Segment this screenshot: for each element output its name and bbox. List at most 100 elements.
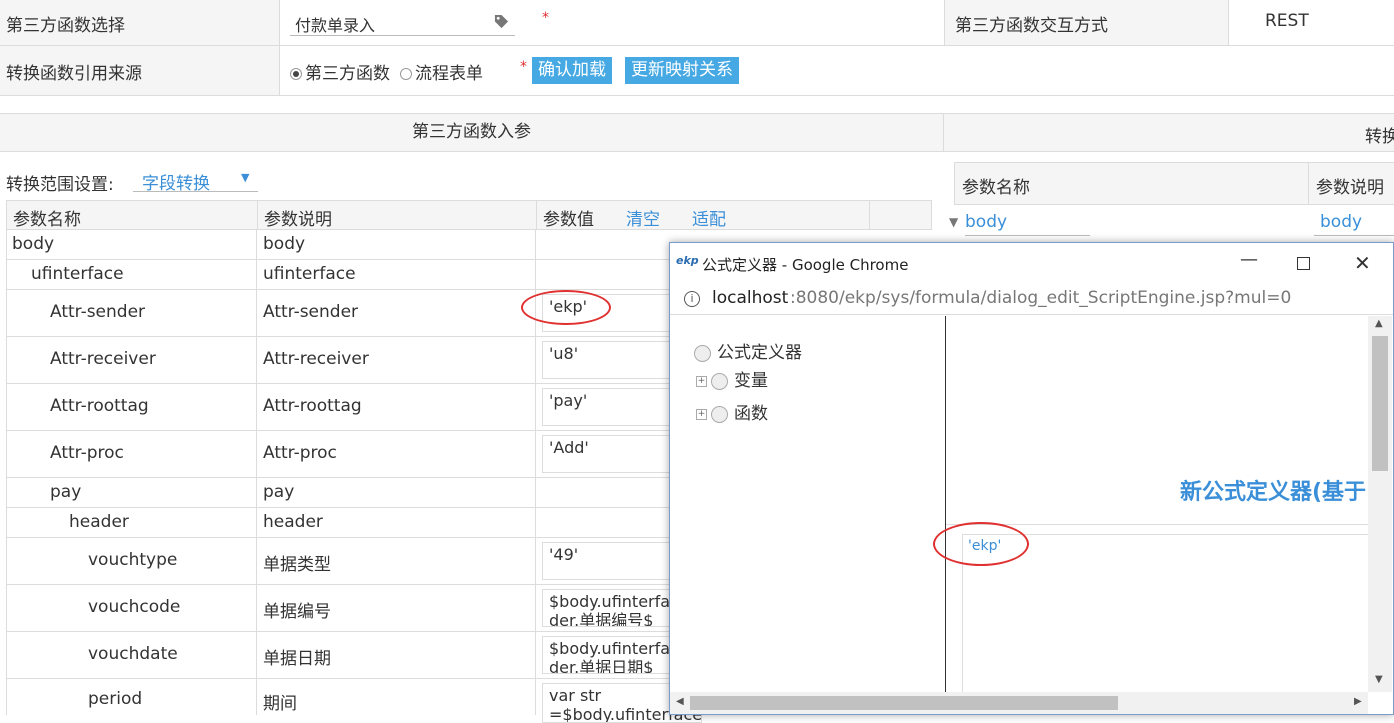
tree-root-label: 公式定义器 [717, 343, 802, 363]
col-name: 参数名称 [962, 178, 1030, 198]
param-name: period [88, 689, 143, 709]
formula-tree: 公式定义器 + 变量 + 函数 [670, 316, 945, 692]
radio-flow-form[interactable]: 流程表单 [400, 59, 483, 84]
col-name: 参数名称 [13, 210, 81, 230]
confirm-load-button[interactable]: 确认加载 [532, 57, 612, 84]
func-select-label: 第三方函数选择 [6, 16, 125, 36]
expand-icon[interactable]: + [696, 375, 707, 387]
func-select-label-cell: 第三方函数选择 [0, 0, 280, 46]
table-border-left [6, 230, 7, 715]
params-table-header: 参数名称 参数说明 参数值 清空 适配 [6, 200, 932, 230]
vertical-scrollbar[interactable]: ▲ ▼ [1368, 316, 1392, 692]
scope-label: 转换范围设置: [6, 175, 114, 195]
editor-heading: 新公式定义器(基于 [1180, 480, 1367, 505]
output-table-header: 参数名称 参数说明 [954, 162, 1394, 205]
radio-third-party-label: 第三方函数 [305, 64, 390, 84]
output-param-name-input[interactable]: body [965, 208, 1090, 236]
tree-node-variables[interactable]: + 变量 [696, 366, 768, 391]
maximize-button[interactable] [1297, 257, 1310, 270]
info-icon[interactable]: i [684, 291, 700, 307]
scope-value: 字段转换 [142, 174, 210, 194]
param-desc: Attr-sender [263, 302, 359, 322]
tree-root[interactable]: 公式定义器 [694, 338, 802, 363]
source-label-cell: 转换函数引用来源 [0, 46, 280, 96]
param-name: body [12, 234, 55, 254]
param-desc: 单据编号 [263, 602, 331, 622]
close-button[interactable]: ✕ [1354, 251, 1371, 275]
param-desc: ufinterface [263, 264, 356, 284]
param-name: vouchcode [88, 597, 181, 617]
param-name: vouchdate [88, 644, 178, 664]
required-mark: * [520, 59, 527, 75]
tree-var-label: 变量 [734, 371, 768, 391]
func-select-input[interactable]: 付款单录入 [290, 10, 515, 36]
col-desc: 参数说明 [264, 210, 332, 230]
radio-unchecked-icon [400, 68, 412, 80]
highlight-ellipse [521, 290, 611, 325]
param-name: Attr-proc [50, 443, 124, 463]
address-bar[interactable]: i localhost :8080/ekp/sys/formula/dialog… [670, 285, 1393, 315]
param-desc: 期间 [263, 694, 297, 714]
tree-node-functions[interactable]: + 函数 [696, 399, 768, 424]
window-title: 公式定义器 - Google Chrome [702, 256, 909, 274]
param-name: ufinterface [31, 264, 124, 284]
scroll-left-icon[interactable]: ◀ [676, 696, 684, 707]
param-name: Attr-receiver [50, 349, 156, 369]
param-name: Attr-roottag [50, 396, 149, 416]
radio-third-party[interactable]: 第三方函数 [290, 59, 390, 84]
source-label: 转换函数引用来源 [6, 64, 142, 84]
col-divider [256, 230, 257, 715]
col-divider [869, 201, 870, 229]
radio-checked-icon [290, 68, 302, 80]
title-bar: ekp 公式定义器 - Google Chrome — ✕ [670, 243, 1393, 285]
horizontal-scrollbar[interactable]: ◀ ▶ [670, 692, 1368, 714]
dropdown-arrow-icon: ▼ [241, 171, 250, 184]
col-divider [536, 201, 537, 229]
scroll-thumb[interactable] [690, 696, 1118, 710]
folder-icon [694, 344, 711, 362]
scroll-up-icon[interactable]: ▲ [1375, 318, 1383, 329]
folder-icon [711, 405, 728, 423]
interaction-label: 第三方函数交互方式 [955, 16, 1108, 36]
interaction-label-cell: 第三方函数交互方式 [945, 0, 1229, 46]
ekp-logo: ekp [676, 254, 699, 267]
formula-editor-input[interactable]: 'ekp' [962, 534, 1368, 692]
radio-flow-form-label: 流程表单 [415, 64, 483, 84]
caret-down-icon[interactable]: ▼ [949, 215, 958, 229]
col-divider [1308, 163, 1309, 204]
clear-link[interactable]: 清空 [626, 205, 660, 230]
update-mapping-button[interactable]: 更新映射关系 [625, 57, 739, 84]
func-select-cell: 付款单录入 * [280, 0, 945, 46]
editor-separator [946, 524, 1368, 525]
param-name: pay [50, 482, 82, 502]
output-param-desc-input[interactable]: body [1314, 208, 1394, 236]
url-host: localhost [712, 288, 789, 308]
param-desc: Attr-receiver [263, 349, 369, 369]
col-divider [257, 201, 258, 229]
expand-icon[interactable]: + [696, 408, 707, 420]
param-desc: Attr-proc [263, 443, 337, 463]
highlight-ellipse [933, 522, 1029, 566]
source-cell: 第三方函数 流程表单 * 确认加载 更新映射关系 [280, 46, 1394, 96]
scope-select[interactable]: 字段转换 ▼ [133, 166, 258, 194]
interaction-value: REST [1265, 11, 1309, 31]
scroll-thumb[interactable] [1372, 336, 1388, 471]
tag-icon[interactable] [494, 14, 509, 29]
param-desc: header [263, 512, 323, 532]
required-mark: * [542, 10, 549, 26]
minimize-button[interactable]: — [1240, 249, 1258, 270]
tree-func-label: 函数 [734, 404, 768, 424]
scroll-right-icon[interactable]: ▶ [1354, 696, 1362, 707]
col-value: 参数值 [543, 210, 594, 230]
input-params-header: 第三方函数入参 [0, 113, 944, 152]
output-params-header: 转换 [1365, 127, 1394, 147]
output-params-header-bar: 转换 [944, 113, 1394, 152]
param-name: header [69, 512, 129, 532]
scroll-down-icon[interactable]: ▼ [1375, 674, 1383, 685]
param-desc: Attr-roottag [263, 396, 362, 416]
adapt-link[interactable]: 适配 [692, 205, 726, 230]
output-param-desc: body [1320, 212, 1363, 232]
url-path: :8080/ekp/sys/formula/dialog_edit_Script… [790, 288, 1292, 308]
param-desc: pay [263, 482, 295, 502]
param-desc: 单据类型 [263, 555, 331, 575]
